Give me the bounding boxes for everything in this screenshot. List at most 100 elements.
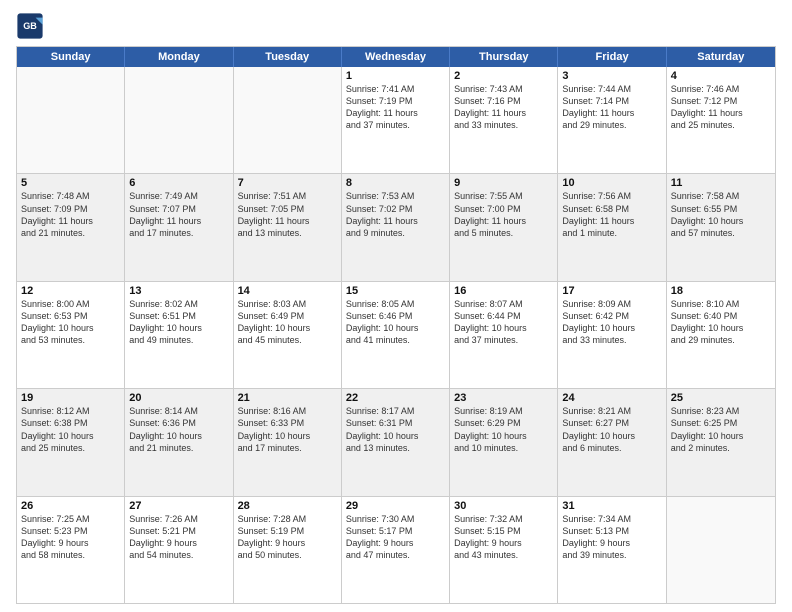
cal-cell: 23Sunrise: 8:19 AM Sunset: 6:29 PM Dayli… <box>450 389 558 495</box>
cal-cell <box>667 497 775 603</box>
cell-info: Sunrise: 8:12 AM Sunset: 6:38 PM Dayligh… <box>21 405 120 454</box>
day-number: 21 <box>238 392 337 404</box>
week-row-5: 26Sunrise: 7:25 AM Sunset: 5:23 PM Dayli… <box>17 497 775 603</box>
cell-info: Sunrise: 7:30 AM Sunset: 5:17 PM Dayligh… <box>346 513 445 562</box>
cell-info: Sunrise: 8:19 AM Sunset: 6:29 PM Dayligh… <box>454 405 553 454</box>
cal-cell: 28Sunrise: 7:28 AM Sunset: 5:19 PM Dayli… <box>234 497 342 603</box>
cal-cell: 7Sunrise: 7:51 AM Sunset: 7:05 PM Daylig… <box>234 174 342 280</box>
cal-cell <box>125 67 233 173</box>
header-cell-tuesday: Tuesday <box>234 47 342 67</box>
cal-cell: 27Sunrise: 7:26 AM Sunset: 5:21 PM Dayli… <box>125 497 233 603</box>
day-number: 2 <box>454 70 553 82</box>
header-cell-wednesday: Wednesday <box>342 47 450 67</box>
day-number: 22 <box>346 392 445 404</box>
cal-cell: 17Sunrise: 8:09 AM Sunset: 6:42 PM Dayli… <box>558 282 666 388</box>
header-cell-sunday: Sunday <box>17 47 125 67</box>
day-number: 26 <box>21 500 120 512</box>
day-number: 13 <box>129 285 228 297</box>
day-number: 24 <box>562 392 661 404</box>
day-number: 18 <box>671 285 771 297</box>
cal-cell: 14Sunrise: 8:03 AM Sunset: 6:49 PM Dayli… <box>234 282 342 388</box>
day-number: 17 <box>562 285 661 297</box>
week-row-1: 1Sunrise: 7:41 AM Sunset: 7:19 PM Daylig… <box>17 67 775 174</box>
day-number: 30 <box>454 500 553 512</box>
calendar: SundayMondayTuesdayWednesdayThursdayFrid… <box>16 46 776 604</box>
day-number: 7 <box>238 177 337 189</box>
cal-cell: 15Sunrise: 8:05 AM Sunset: 6:46 PM Dayli… <box>342 282 450 388</box>
calendar-body: 1Sunrise: 7:41 AM Sunset: 7:19 PM Daylig… <box>17 67 775 603</box>
day-number: 8 <box>346 177 445 189</box>
cell-info: Sunrise: 7:32 AM Sunset: 5:15 PM Dayligh… <box>454 513 553 562</box>
day-number: 31 <box>562 500 661 512</box>
day-number: 23 <box>454 392 553 404</box>
page: GB SundayMondayTuesdayWednesdayThursdayF… <box>0 0 792 612</box>
cell-info: Sunrise: 8:21 AM Sunset: 6:27 PM Dayligh… <box>562 405 661 454</box>
cal-cell: 30Sunrise: 7:32 AM Sunset: 5:15 PM Dayli… <box>450 497 558 603</box>
day-number: 3 <box>562 70 661 82</box>
cal-cell: 8Sunrise: 7:53 AM Sunset: 7:02 PM Daylig… <box>342 174 450 280</box>
cal-cell: 9Sunrise: 7:55 AM Sunset: 7:00 PM Daylig… <box>450 174 558 280</box>
cell-info: Sunrise: 7:49 AM Sunset: 7:07 PM Dayligh… <box>129 190 228 239</box>
day-number: 11 <box>671 177 771 189</box>
cal-cell: 21Sunrise: 8:16 AM Sunset: 6:33 PM Dayli… <box>234 389 342 495</box>
cell-info: Sunrise: 7:55 AM Sunset: 7:00 PM Dayligh… <box>454 190 553 239</box>
day-number: 4 <box>671 70 771 82</box>
cell-info: Sunrise: 7:51 AM Sunset: 7:05 PM Dayligh… <box>238 190 337 239</box>
cell-info: Sunrise: 7:41 AM Sunset: 7:19 PM Dayligh… <box>346 83 445 132</box>
cal-cell: 1Sunrise: 7:41 AM Sunset: 7:19 PM Daylig… <box>342 67 450 173</box>
day-number: 15 <box>346 285 445 297</box>
cell-info: Sunrise: 8:09 AM Sunset: 6:42 PM Dayligh… <box>562 298 661 347</box>
day-number: 14 <box>238 285 337 297</box>
day-number: 6 <box>129 177 228 189</box>
day-number: 10 <box>562 177 661 189</box>
cell-info: Sunrise: 7:25 AM Sunset: 5:23 PM Dayligh… <box>21 513 120 562</box>
day-number: 25 <box>671 392 771 404</box>
day-number: 12 <box>21 285 120 297</box>
header-cell-thursday: Thursday <box>450 47 558 67</box>
cal-cell <box>234 67 342 173</box>
cell-info: Sunrise: 8:05 AM Sunset: 6:46 PM Dayligh… <box>346 298 445 347</box>
cal-cell: 29Sunrise: 7:30 AM Sunset: 5:17 PM Dayli… <box>342 497 450 603</box>
cal-cell: 18Sunrise: 8:10 AM Sunset: 6:40 PM Dayli… <box>667 282 775 388</box>
cal-cell: 6Sunrise: 7:49 AM Sunset: 7:07 PM Daylig… <box>125 174 233 280</box>
logo: GB <box>16 12 48 40</box>
cell-info: Sunrise: 7:44 AM Sunset: 7:14 PM Dayligh… <box>562 83 661 132</box>
cal-cell: 11Sunrise: 7:58 AM Sunset: 6:55 PM Dayli… <box>667 174 775 280</box>
day-number: 28 <box>238 500 337 512</box>
week-row-3: 12Sunrise: 8:00 AM Sunset: 6:53 PM Dayli… <box>17 282 775 389</box>
header-cell-monday: Monday <box>125 47 233 67</box>
cell-info: Sunrise: 8:02 AM Sunset: 6:51 PM Dayligh… <box>129 298 228 347</box>
cal-cell: 5Sunrise: 7:48 AM Sunset: 7:09 PM Daylig… <box>17 174 125 280</box>
day-number: 19 <box>21 392 120 404</box>
cal-cell: 22Sunrise: 8:17 AM Sunset: 6:31 PM Dayli… <box>342 389 450 495</box>
header: GB <box>16 12 776 40</box>
day-number: 27 <box>129 500 228 512</box>
day-number: 16 <box>454 285 553 297</box>
day-number: 9 <box>454 177 553 189</box>
week-row-4: 19Sunrise: 8:12 AM Sunset: 6:38 PM Dayli… <box>17 389 775 496</box>
cell-info: Sunrise: 8:03 AM Sunset: 6:49 PM Dayligh… <box>238 298 337 347</box>
cal-cell: 10Sunrise: 7:56 AM Sunset: 6:58 PM Dayli… <box>558 174 666 280</box>
cal-cell: 3Sunrise: 7:44 AM Sunset: 7:14 PM Daylig… <box>558 67 666 173</box>
cell-info: Sunrise: 8:10 AM Sunset: 6:40 PM Dayligh… <box>671 298 771 347</box>
cal-cell: 24Sunrise: 8:21 AM Sunset: 6:27 PM Dayli… <box>558 389 666 495</box>
cal-cell: 12Sunrise: 8:00 AM Sunset: 6:53 PM Dayli… <box>17 282 125 388</box>
cal-cell: 4Sunrise: 7:46 AM Sunset: 7:12 PM Daylig… <box>667 67 775 173</box>
logo-icon: GB <box>16 12 44 40</box>
cal-cell: 26Sunrise: 7:25 AM Sunset: 5:23 PM Dayli… <box>17 497 125 603</box>
cell-info: Sunrise: 7:48 AM Sunset: 7:09 PM Dayligh… <box>21 190 120 239</box>
cell-info: Sunrise: 8:23 AM Sunset: 6:25 PM Dayligh… <box>671 405 771 454</box>
week-row-2: 5Sunrise: 7:48 AM Sunset: 7:09 PM Daylig… <box>17 174 775 281</box>
cal-cell: 13Sunrise: 8:02 AM Sunset: 6:51 PM Dayli… <box>125 282 233 388</box>
header-cell-friday: Friday <box>558 47 666 67</box>
cell-info: Sunrise: 8:00 AM Sunset: 6:53 PM Dayligh… <box>21 298 120 347</box>
cell-info: Sunrise: 7:46 AM Sunset: 7:12 PM Dayligh… <box>671 83 771 132</box>
cal-cell: 20Sunrise: 8:14 AM Sunset: 6:36 PM Dayli… <box>125 389 233 495</box>
cell-info: Sunrise: 7:26 AM Sunset: 5:21 PM Dayligh… <box>129 513 228 562</box>
day-number: 20 <box>129 392 228 404</box>
cal-cell <box>17 67 125 173</box>
day-number: 1 <box>346 70 445 82</box>
svg-text:GB: GB <box>23 21 37 31</box>
cell-info: Sunrise: 7:58 AM Sunset: 6:55 PM Dayligh… <box>671 190 771 239</box>
cell-info: Sunrise: 8:14 AM Sunset: 6:36 PM Dayligh… <box>129 405 228 454</box>
